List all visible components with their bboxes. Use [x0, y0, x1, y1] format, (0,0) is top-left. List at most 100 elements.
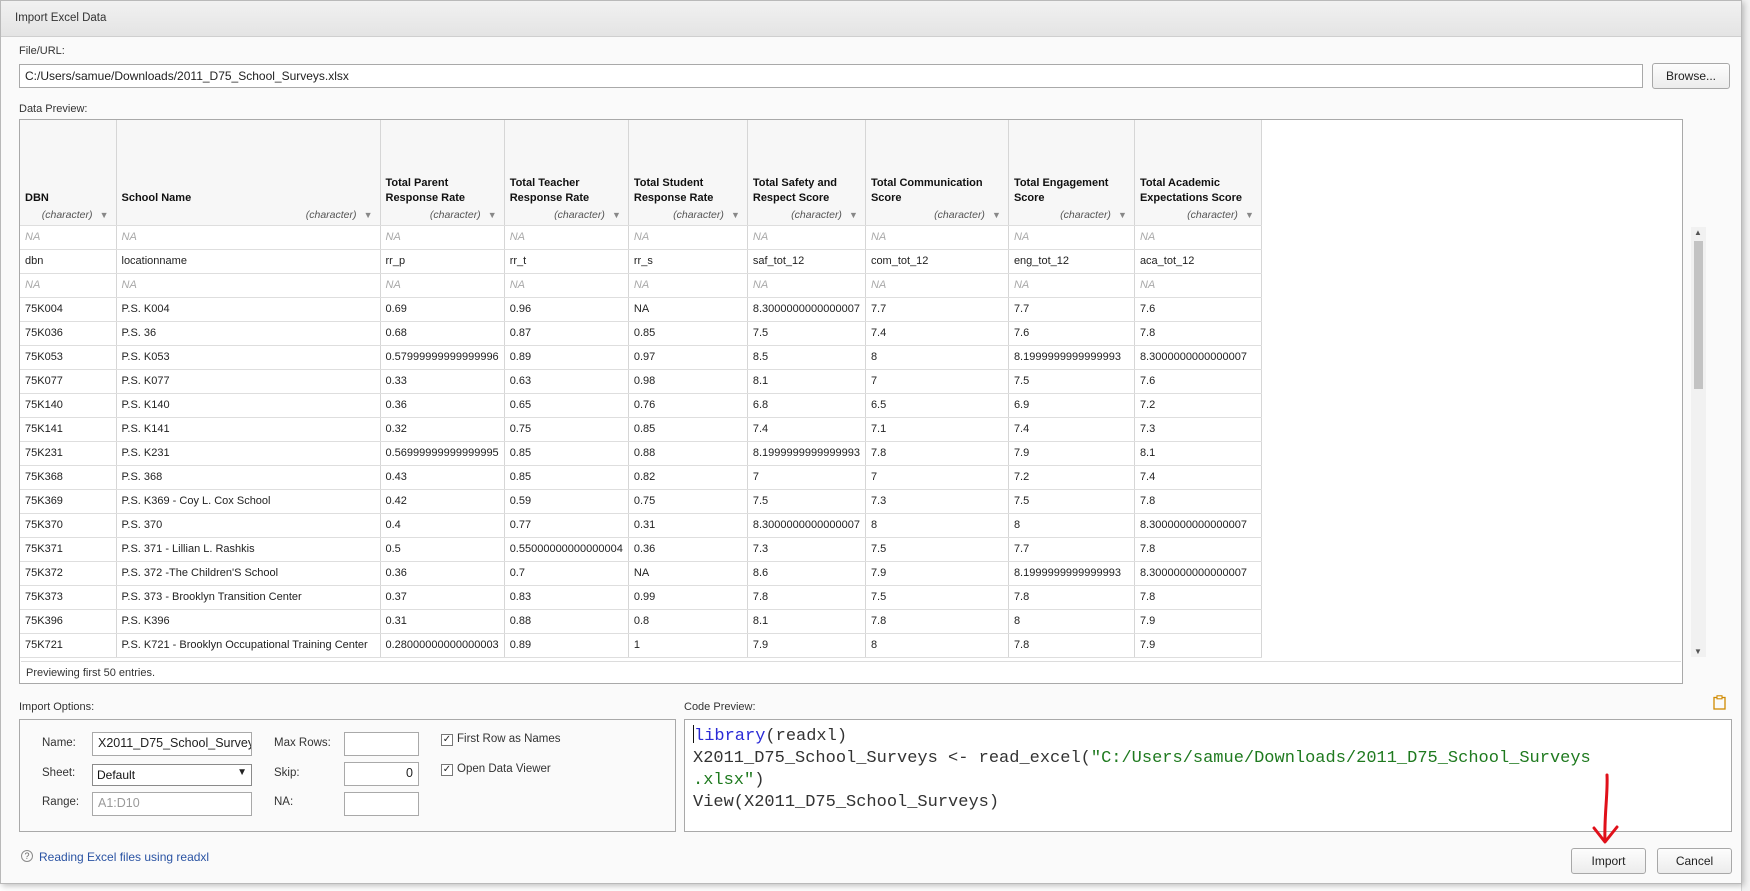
import-button[interactable]: Import	[1571, 848, 1646, 874]
table-row: dbn locationname rr_p rr_t rr_s saf_tot_12 com…	[20, 249, 1262, 274]
chevron-down-icon[interactable]: ▼	[364, 210, 373, 220]
column-name: Total Engagement Score	[1013, 176, 1109, 204]
table-cell: 7.8	[747, 585, 866, 610]
chevron-down-icon[interactable]: ▼	[100, 210, 109, 220]
range-input[interactable]: A1:D10	[92, 792, 252, 816]
readxl-help-link[interactable]: Reading Excel files using readxl	[39, 850, 209, 864]
table-cell: 0.8	[628, 609, 748, 634]
preview-vertical-scrollbar[interactable]: ▲ ▼	[1691, 227, 1706, 657]
chevron-down-icon[interactable]: ▼	[1118, 210, 1127, 220]
table-cell: 7.4	[865, 321, 1009, 346]
column-type[interactable]: (character) ▼	[871, 209, 1003, 221]
open-viewer-checkbox[interactable]: ✓	[441, 764, 453, 776]
sheet-label: Sheet:	[42, 767, 76, 779]
column-type[interactable]: (character) ▼	[25, 209, 111, 221]
table-cell: 7.8	[1008, 633, 1135, 658]
skip-input[interactable]: 0	[344, 762, 419, 786]
scroll-up-arrow-icon[interactable]: ▲	[1694, 228, 1702, 237]
table-cell: 8.6	[747, 561, 866, 586]
cancel-button[interactable]: Cancel	[1657, 848, 1732, 874]
table-cell: 75K231	[20, 441, 117, 466]
chevron-down-icon[interactable]: ▼	[612, 210, 621, 220]
table-cell: 75K396	[20, 609, 117, 634]
column-header[interactable]: Total Teacher Response Rate (character) ▼	[504, 120, 629, 226]
sheet-select[interactable]: Default ▼	[92, 764, 252, 786]
import-options-label: Import Options:	[19, 701, 95, 713]
code-preview-box[interactable]: library(readxl) X2011_D75_School_Surveys…	[684, 719, 1732, 832]
column-header[interactable]: Total Student Response Rate (character) ▼	[628, 120, 748, 226]
table-cell: NA	[380, 273, 505, 298]
code-line-2: X2011_D75_School_Surveys <- read_excel("…	[693, 748, 1723, 770]
first-row-checkbox[interactable]: ✓	[441, 734, 453, 746]
table-cell: 0.75	[504, 417, 629, 442]
table-cell: 75K004	[20, 297, 117, 322]
table-cell: P.S. 372 -The Children'S School	[116, 561, 381, 586]
column-header[interactable]: Total Safety and Respect Score (character…	[747, 120, 866, 226]
chevron-down-icon[interactable]: ▼	[992, 210, 1001, 220]
table-cell: P.S. K053	[116, 345, 381, 370]
clipboard-icon[interactable]	[1713, 695, 1726, 710]
table-cell: 75K077	[20, 369, 117, 394]
table-row: NA NA NA NA NA NA NA NA NA	[20, 225, 1262, 250]
column-type[interactable]: (character) ▼	[122, 209, 375, 221]
na-input[interactable]	[344, 792, 419, 816]
table-cell: 0.57999999999999996	[380, 345, 505, 370]
table-cell: NA	[380, 225, 505, 250]
data-preview-label: Data Preview:	[19, 103, 88, 115]
column-type[interactable]: (character) ▼	[634, 209, 742, 221]
table-cell: P.S. K721 - Brooklyn Occupational Traini…	[116, 633, 381, 658]
column-type-label: (character)	[673, 208, 724, 221]
column-header[interactable]: Total Academic Expectations Score (charac…	[1134, 120, 1262, 226]
name-input[interactable]: X2011_D75_School_Surveys	[92, 732, 252, 756]
column-header[interactable]: Total Communication Score (character) ▼	[865, 120, 1009, 226]
column-type[interactable]: (character) ▼	[1140, 209, 1256, 221]
table-cell: 75K053	[20, 345, 117, 370]
table-cell: 8.1999999999999993	[1008, 345, 1135, 370]
code-line-4: View(X2011_D75_School_Surveys)	[693, 792, 1723, 814]
column-header[interactable]: Total Engagement Score (character) ▼	[1008, 120, 1135, 226]
table-cell: NA	[504, 273, 629, 298]
max-rows-input[interactable]	[344, 732, 419, 756]
table-cell: P.S. 370	[116, 513, 381, 538]
column-name: Total Communication Score	[870, 176, 983, 204]
scroll-down-arrow-icon[interactable]: ▼	[1694, 647, 1702, 656]
chevron-down-icon[interactable]: ▼	[488, 210, 497, 220]
table-cell: NA	[865, 225, 1009, 250]
table-cell: 0.32	[380, 417, 505, 442]
table-cell: aca_tot_12	[1134, 249, 1262, 274]
table-cell: 8.5	[747, 345, 866, 370]
table-cell: NA	[628, 297, 748, 322]
column-type[interactable]: (character) ▼	[510, 209, 623, 221]
column-type-label: (character)	[1060, 208, 1111, 221]
table-cell: 7.5	[865, 585, 1009, 610]
column-type-label: (character)	[1187, 208, 1238, 221]
name-label: Name:	[42, 737, 76, 749]
chevron-down-icon[interactable]: ▼	[731, 210, 740, 220]
column-header[interactable]: School Name (character) ▼	[116, 120, 381, 226]
code-preview-label: Code Preview:	[684, 701, 756, 713]
na-label: NA:	[274, 796, 294, 808]
chevron-down-icon[interactable]: ▼	[1245, 210, 1254, 220]
table-cell: 7.8	[1134, 537, 1262, 562]
table-row: 75K036 P.S. 36 0.68 0.87 0.85 7.5 7.4 7.6 7.8	[20, 321, 1262, 346]
sheet-select-value: Default	[97, 768, 136, 782]
file-url-input[interactable]: C:/Users/samue/Downloads/2011_D75_School…	[19, 64, 1643, 88]
table-cell: 75K371	[20, 537, 117, 562]
skip-label: Skip:	[274, 767, 300, 779]
scrollbar-thumb[interactable]	[1694, 241, 1703, 389]
column-type[interactable]: (character) ▼	[753, 209, 860, 221]
table-cell: P.S. K077	[116, 369, 381, 394]
table-cell: 0.98	[628, 369, 748, 394]
table-cell: dbn	[20, 249, 117, 274]
browse-button[interactable]: Browse...	[1652, 63, 1730, 89]
chevron-down-icon[interactable]: ▼	[849, 210, 858, 220]
column-type[interactable]: (character) ▼	[386, 209, 499, 221]
column-header[interactable]: Total Parent Response Rate (character) ▼	[380, 120, 505, 226]
table-cell: saf_tot_12	[747, 249, 866, 274]
table-cell: NA	[628, 225, 748, 250]
column-header[interactable]: DBN (character) ▼	[20, 120, 117, 226]
max-rows-label: Max Rows:	[274, 737, 331, 749]
table-cell: 7.8	[865, 441, 1009, 466]
column-type[interactable]: (character) ▼	[1014, 209, 1129, 221]
table-cell: 0.56999999999999995	[380, 441, 505, 466]
